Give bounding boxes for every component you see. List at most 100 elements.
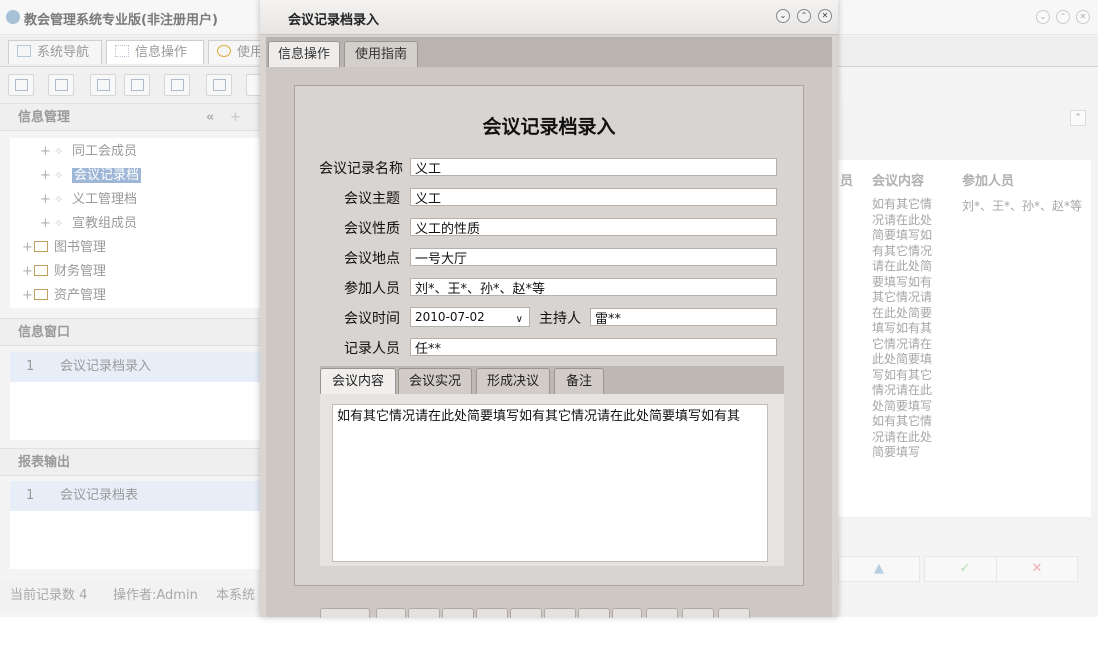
delete-button[interactable]: ✕ (996, 556, 1078, 582)
minimize-icon[interactable]: ⌄ (776, 9, 790, 23)
record-count: 当前记录数 4 (10, 588, 88, 603)
app-title: 教会管理系统专业版(非注册用户) (24, 13, 218, 28)
meeting-topic-input[interactable] (410, 188, 777, 206)
tree-item-coworkers[interactable]: + ✧ 同工会成员 (40, 141, 137, 163)
expand-icon[interactable]: + (22, 237, 33, 259)
expand-icon[interactable]: + (22, 261, 33, 283)
tree-item-volunteers[interactable]: + ✧ 义工管理档 (40, 189, 137, 211)
tab-resolutions[interactable]: 形成决议 (476, 368, 550, 394)
window-tool-button[interactable] (164, 74, 190, 96)
folder-icon (34, 241, 48, 252)
tab-meeting-live[interactable]: 会议实况 (398, 368, 472, 394)
tab-system-nav[interactable]: 系统导航 (8, 40, 102, 64)
report-panel-title: 报表输出 (18, 455, 71, 470)
column-header[interactable]: 员 (840, 170, 853, 189)
expand-icon[interactable]: + (40, 213, 51, 235)
tab-label: 系统导航 (37, 45, 90, 60)
tab-meeting-content[interactable]: 会议内容 (320, 368, 396, 394)
search-icon (15, 79, 28, 91)
grid-cell-content[interactable]: 如有其它情况请在此处简要填写如有其它情况请在此处简要填写如有其它情况请在此处简要… (872, 197, 940, 461)
tree-folder-assets[interactable]: + 资产管理 (22, 285, 106, 307)
meeting-content-textarea[interactable]: 如有其它情况请在此处简要填写如有其它情况请在此处简要填写如有其 (332, 404, 768, 562)
tree-item-mission-members[interactable]: + ✧ 宣教组成员 (40, 213, 137, 235)
meeting-name-input[interactable] (410, 158, 777, 176)
tree-folder-books[interactable]: + 图书管理 (22, 237, 106, 259)
row-label: 会议记录档表 (60, 488, 139, 503)
record-entry-dialog: 会议记录档录入 ⌄ ⌃ ✕ 信息操作 使用指南 会议记录档录入 会议记录名称 会… (260, 0, 838, 618)
tab-usage[interactable]: 使用 (208, 40, 263, 64)
tab-remarks[interactable]: 备注 (554, 368, 604, 394)
action-button[interactable] (682, 608, 714, 618)
add-icon[interactable]: + (230, 104, 241, 132)
expand-icon[interactable]: + (40, 141, 51, 163)
tab-label: 信息操作 (135, 45, 188, 60)
participants-input[interactable] (410, 278, 777, 296)
window-icon (171, 79, 184, 91)
action-button[interactable] (578, 608, 610, 618)
window-panel-title: 信息窗口 (18, 325, 71, 340)
tree-item-meeting-records[interactable]: + ✧ 会议记录档 (40, 165, 142, 187)
export-tool-button[interactable] (206, 74, 232, 96)
collapse-icon[interactable]: « (206, 104, 214, 132)
search-tool-button[interactable] (8, 74, 34, 96)
edit-tool-button[interactable] (124, 74, 150, 96)
action-button[interactable] (476, 608, 508, 618)
list-item[interactable]: 1 会议记录档录入 (10, 352, 262, 382)
leaf-icon: ✧ (54, 145, 64, 158)
minimize-icon[interactable]: ⌄ (1036, 10, 1050, 24)
grid-icon (115, 45, 129, 57)
expand-icon[interactable]: + (40, 189, 51, 211)
action-button[interactable] (612, 608, 642, 618)
tree-folder-finance[interactable]: + 财务管理 (22, 261, 106, 283)
chevron-up-icon[interactable]: ⌃ (1070, 110, 1086, 126)
tab-guide[interactable]: 使用指南 (344, 41, 418, 67)
form-heading: 会议记录档录入 (482, 116, 616, 138)
view-tool-button[interactable] (48, 74, 74, 96)
maximize-icon[interactable]: ⌃ (797, 9, 811, 23)
info-panel-header: 信息管理 « + (0, 103, 262, 131)
action-button[interactable] (544, 608, 576, 618)
export-icon (213, 79, 226, 91)
row-label: 会议记录档录入 (60, 359, 152, 374)
expand-icon[interactable]: + (40, 165, 51, 187)
tree-item-label: 同工会成员 (72, 144, 138, 159)
host-input[interactable] (590, 308, 777, 326)
close-icon[interactable]: ✕ (818, 9, 832, 23)
action-button[interactable] (376, 608, 406, 618)
column-header[interactable]: 会议内容 (872, 170, 924, 189)
meeting-date-select[interactable]: 2010-07-02 ∨ (410, 307, 530, 327)
topic-label: 会议主题 (344, 191, 400, 207)
action-button[interactable] (320, 608, 370, 618)
tree-item-label: 财务管理 (54, 264, 107, 279)
folder-icon (34, 265, 48, 276)
confirm-button[interactable]: ✓ (924, 556, 1006, 582)
new-tool-button[interactable] (90, 74, 116, 96)
grid-cell-participants[interactable]: 刘*、王*、孙*、赵*等 (962, 197, 1082, 214)
action-button[interactable] (646, 608, 678, 618)
participants-label: 参加人员 (344, 281, 400, 297)
list-item[interactable]: 1 会议记录档表 (10, 481, 262, 511)
tab-info-ops[interactable]: 信息操作 (106, 40, 204, 64)
tab-info-ops[interactable]: 信息操作 (268, 41, 340, 68)
grid-button-bar: ▲ ✓ ✕ (838, 556, 1086, 582)
expand-icon[interactable]: + (22, 285, 33, 307)
action-button[interactable] (718, 608, 750, 618)
close-icon[interactable]: ✕ (1076, 10, 1090, 24)
action-button[interactable] (442, 608, 474, 618)
report-panel-header: 报表输出 (0, 448, 262, 476)
meeting-nature-input[interactable] (410, 218, 777, 236)
dialog-tab-strip: 信息操作 使用指南 (266, 37, 832, 68)
action-button[interactable] (408, 608, 440, 618)
leaf-icon: ✧ (54, 193, 64, 206)
clock-icon (217, 45, 231, 57)
recorder-input[interactable] (410, 338, 777, 356)
recorder-label: 记录人员 (344, 341, 400, 357)
move-up-button[interactable]: ▲ (838, 556, 920, 582)
maximize-icon[interactable]: ⌃ (1056, 10, 1070, 24)
action-button[interactable] (510, 608, 542, 618)
column-header[interactable]: 参加人员 (962, 170, 1014, 189)
content-tab-strip: 会议内容 会议实况 形成决议 备注 (320, 366, 784, 394)
document-icon (97, 79, 110, 91)
meeting-location-input[interactable] (410, 248, 777, 266)
list-icon (55, 79, 68, 91)
